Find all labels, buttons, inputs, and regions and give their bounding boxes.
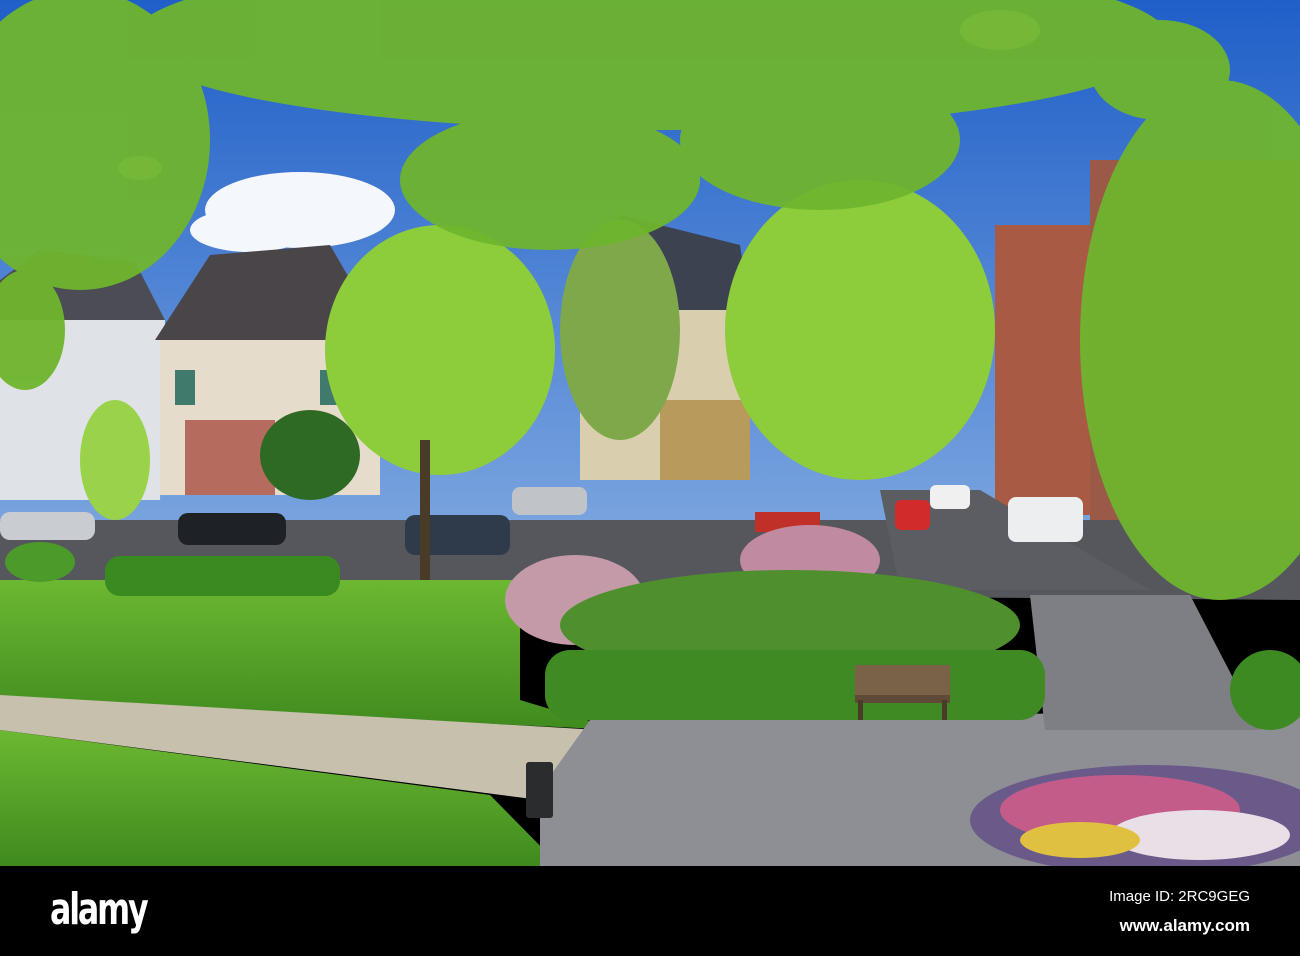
alamy-url: www.alamy.com	[1119, 916, 1250, 935]
image-id: Image ID: 2RC9GEG	[1109, 888, 1250, 905]
trash-bin	[526, 762, 553, 818]
stairs	[1030, 595, 1260, 730]
alamy-logo: alamy	[50, 884, 149, 935]
park-street-photo	[0, 0, 1300, 866]
alamy-banner: alamy Image ID: 2RC9GEG www.alamy.com	[0, 866, 1300, 956]
